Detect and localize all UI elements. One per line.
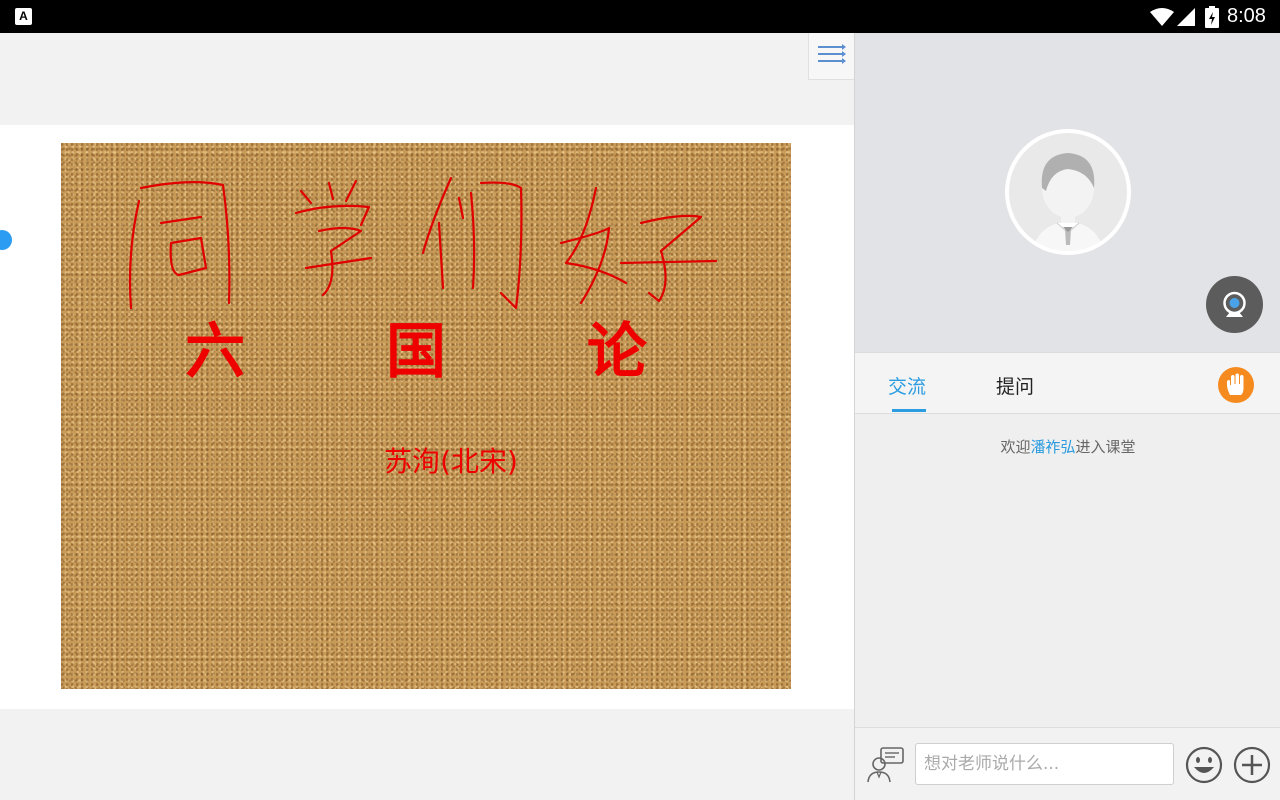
list-menu-button[interactable]: [808, 33, 854, 80]
tab-questions[interactable]: 提问: [996, 372, 1034, 399]
raise-hand-icon: [1227, 373, 1244, 395]
battery-icon: [1205, 6, 1219, 28]
signal-icon: [1177, 8, 1195, 26]
chat-input-bar: [855, 727, 1280, 800]
welcome-user-name[interactable]: 潘祚弘: [1030, 438, 1075, 456]
chat-message-input[interactable]: [915, 743, 1174, 785]
welcome-suffix: 进入课堂: [1075, 438, 1136, 456]
welcome-prefix: 欢迎: [1000, 438, 1031, 456]
chat-tabs: 交流 提问: [855, 352, 1280, 414]
add-attachment-button-icon[interactable]: [1233, 746, 1271, 784]
welcome-message: 欢迎潘祚弘进入课堂: [855, 436, 1280, 457]
webcam-icon: [1223, 291, 1246, 317]
list-menu-icon: [818, 44, 846, 64]
teacher-avatar: [1005, 129, 1131, 255]
user-avatar-icon: [1033, 153, 1103, 251]
side-panel: 交流 提问 欢迎潘祚弘进入课堂: [854, 33, 1280, 800]
raise-hand-button[interactable]: [1218, 367, 1254, 403]
emoji-button-icon[interactable]: [1185, 746, 1223, 784]
slide: 六 国 论 苏洵(北宋): [61, 143, 791, 689]
whiteboard-canvas[interactable]: 六 国 论 苏洵(北宋): [0, 125, 854, 709]
tab-chat[interactable]: 交流: [888, 372, 926, 399]
wifi-icon: [1150, 8, 1174, 26]
camera-toggle-button[interactable]: [1206, 276, 1263, 333]
slide-title: 六 国 论: [185, 317, 707, 387]
status-bar: A 8:08: [0, 0, 1280, 33]
notification-icon: A: [15, 8, 32, 25]
active-tab-indicator: [892, 409, 926, 412]
teacher-video-area: [855, 33, 1280, 352]
page-indicator-dot[interactable]: [0, 230, 12, 250]
chat-messages: 欢迎潘祚弘进入课堂: [855, 414, 1280, 727]
teacher-chat-icon[interactable]: [865, 744, 905, 784]
clock: 8:08: [1227, 5, 1266, 27]
whiteboard-area: 六 国 论 苏洵(北宋): [0, 33, 854, 800]
slide-author: 苏洵(北宋): [384, 445, 518, 478]
